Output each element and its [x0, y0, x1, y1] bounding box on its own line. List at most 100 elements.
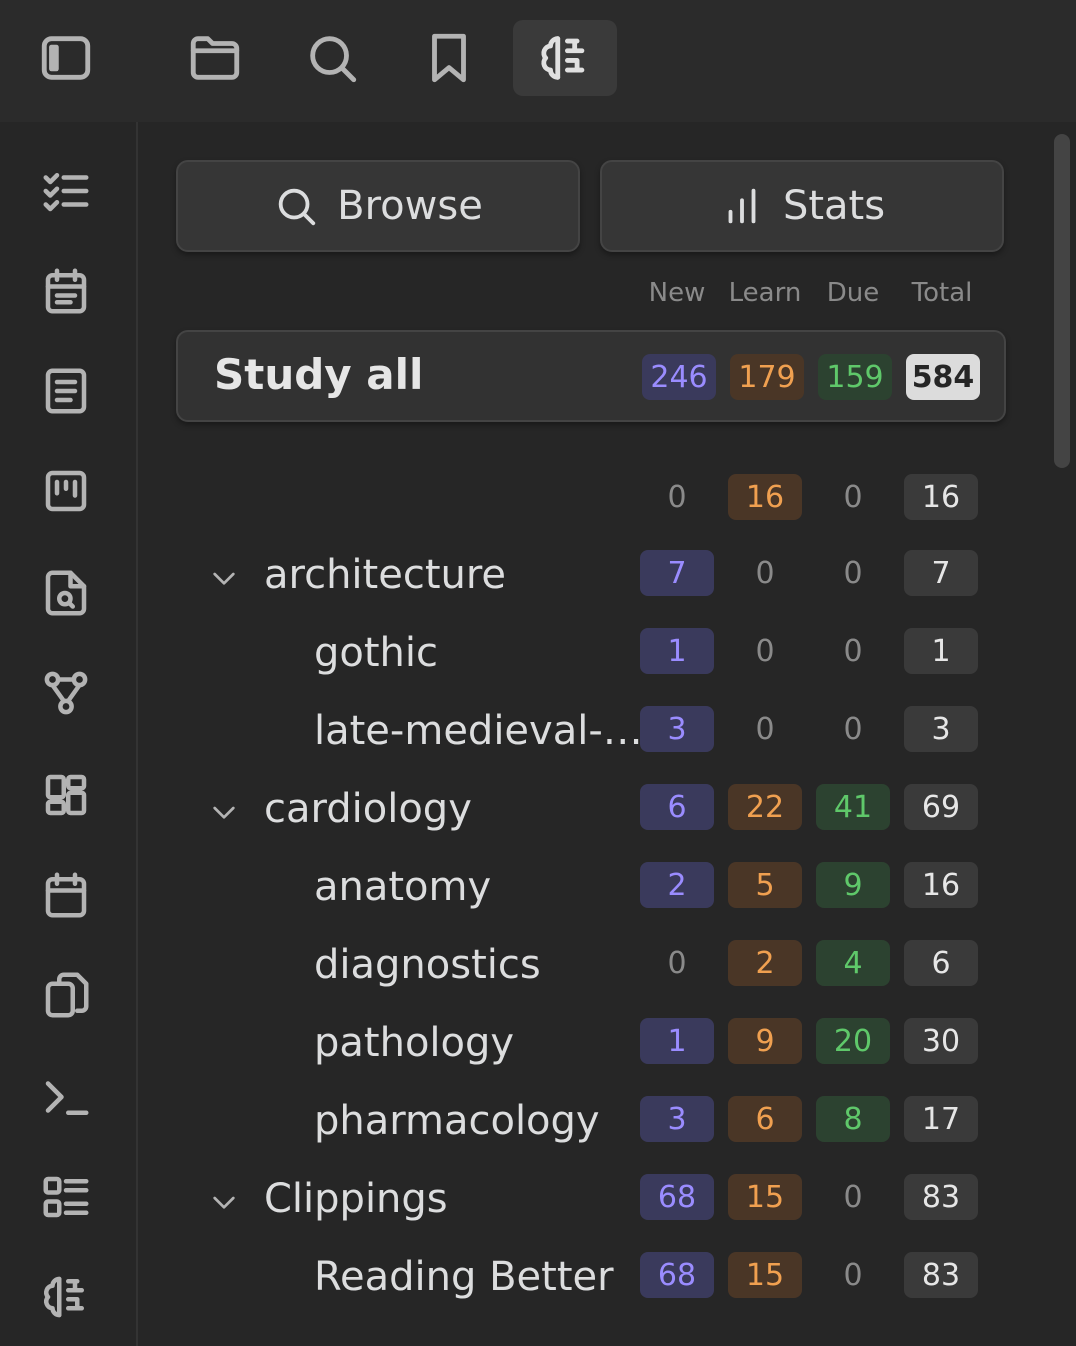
deck-total-count: 16	[904, 862, 978, 908]
terminal-icon[interactable]	[33, 1064, 99, 1130]
browse-button[interactable]: Browse	[176, 160, 580, 252]
graph-icon[interactable]	[33, 660, 99, 726]
deck-new-count: 7	[640, 550, 714, 596]
deck-due-count: 0	[843, 1257, 863, 1293]
deck-learn-count: 9	[728, 1018, 802, 1064]
study-all-learn-count: 179	[730, 354, 804, 400]
deck-name: Clippings	[264, 1176, 448, 1222]
deck-row[interactable]: 0 16 0 16	[138, 474, 1076, 544]
deck-learn-count: 5	[728, 862, 802, 908]
note-icon[interactable]	[33, 358, 99, 424]
deck-name: late-medieval-…	[314, 708, 643, 754]
deck-learn-count: 0	[755, 555, 775, 591]
deck-learn-count: 0	[755, 711, 775, 747]
study-all-button[interactable]: Study all 246 179 159 584	[176, 330, 1006, 422]
brain-icon[interactable]	[513, 20, 617, 96]
brain-icon[interactable]	[33, 1264, 99, 1330]
study-all-due-count: 159	[818, 354, 892, 400]
kanban-icon[interactable]	[33, 458, 99, 524]
column-header-learn: Learn	[728, 278, 802, 308]
copy-icon[interactable]	[33, 962, 99, 1028]
stats-button[interactable]: Stats	[600, 160, 1004, 252]
bar-chart-icon	[728, 188, 756, 224]
deck-due-count: 4	[816, 940, 890, 986]
deck-due-count: 0	[843, 479, 863, 515]
deck-new-count: 0	[667, 479, 687, 515]
deck-total-count: 6	[904, 940, 978, 986]
list-layout-icon[interactable]	[33, 1164, 99, 1230]
deck-new-count: 68	[640, 1174, 714, 1220]
deck-row[interactable]: Clippings 68 15 0 83	[138, 1174, 1076, 1244]
deck-name: cardiology	[264, 786, 472, 832]
deck-new-count: 1	[640, 1018, 714, 1064]
search-icon[interactable]	[280, 20, 384, 96]
deck-learn-count: 6	[728, 1096, 802, 1142]
deck-learn-count: 2	[728, 940, 802, 986]
checklist-icon[interactable]	[33, 158, 99, 224]
column-headers: New Learn Due Total	[138, 278, 1076, 318]
deck-due-count: 41	[816, 784, 890, 830]
browse-label: Browse	[337, 183, 483, 229]
deck-row[interactable]: gothic 1 0 0 1	[138, 628, 1076, 698]
deck-new-count: 3	[640, 706, 714, 752]
deck-due-count: 0	[843, 633, 863, 669]
deck-name: anatomy	[314, 864, 492, 910]
chevron-down-icon[interactable]	[208, 562, 240, 594]
deck-learn-count: 15	[728, 1252, 802, 1298]
top-tab-bar	[0, 0, 1076, 122]
deck-new-count: 1	[640, 628, 714, 674]
study-all-new-count: 246	[642, 354, 716, 400]
deck-new-count: 68	[640, 1252, 714, 1298]
column-header-total: Total	[911, 278, 973, 308]
deck-name: diagnostics	[314, 942, 541, 988]
deck-new-count: 3	[640, 1096, 714, 1142]
deck-row[interactable]: cardiology 6 22 41 69	[138, 784, 1076, 854]
deck-row[interactable]: pharmacology 3 6 8 17	[138, 1096, 1076, 1166]
deck-learn-count: 22	[728, 784, 802, 830]
study-all-total-count: 584	[906, 354, 980, 400]
decks-panel: Browse Stats New Learn Due Total Study a…	[138, 122, 1076, 1346]
bookmark-icon[interactable]	[397, 20, 501, 96]
deck-row[interactable]: late-medieval-… 3 0 0 3	[138, 706, 1076, 776]
chevron-down-icon[interactable]	[208, 1186, 240, 1218]
folder-icon[interactable]	[163, 20, 267, 96]
deck-total-count: 1	[904, 628, 978, 674]
dashboard-icon[interactable]	[33, 762, 99, 828]
deck-learn-count: 16	[728, 474, 802, 520]
deck-due-count: 20	[816, 1018, 890, 1064]
sidebar-toggle-icon[interactable]	[14, 20, 118, 96]
deck-due-count: 8	[816, 1096, 890, 1142]
left-ribbon	[0, 122, 138, 1346]
deck-total-count: 83	[904, 1174, 978, 1220]
deck-name: Reading Better	[314, 1254, 614, 1300]
calendar-icon[interactable]	[33, 862, 99, 928]
deck-row[interactable]: Reading Better 68 15 0 83	[138, 1252, 1076, 1322]
deck-row[interactable]: architecture 7 0 0 7	[138, 550, 1076, 620]
deck-due-count: 0	[843, 711, 863, 747]
deck-name: pathology	[314, 1020, 515, 1066]
deck-row[interactable]: diagnostics 0 2 4 6	[138, 940, 1076, 1010]
deck-row[interactable]: anatomy 2 5 9 16	[138, 862, 1076, 932]
deck-new-count: 6	[640, 784, 714, 830]
deck-name: gothic	[314, 630, 439, 676]
calendar-list-icon[interactable]	[33, 258, 99, 324]
deck-total-count: 69	[904, 784, 978, 830]
deck-new-count: 2	[640, 862, 714, 908]
deck-due-count: 9	[816, 862, 890, 908]
column-header-due: Due	[826, 278, 880, 308]
file-search-icon[interactable]	[33, 560, 99, 626]
stats-label: Stats	[782, 183, 886, 229]
chevron-down-icon[interactable]	[208, 796, 240, 828]
deck-total-count: 83	[904, 1252, 978, 1298]
deck-learn-count: 0	[755, 633, 775, 669]
deck-name: pharmacology	[314, 1098, 600, 1144]
search-icon	[278, 188, 316, 226]
deck-row[interactable]: pathology 1 9 20 30	[138, 1018, 1076, 1088]
column-header-new: New	[648, 278, 706, 308]
deck-total-count: 3	[904, 706, 978, 752]
deck-learn-count: 15	[728, 1174, 802, 1220]
deck-total-count: 17	[904, 1096, 978, 1142]
deck-total-count: 7	[904, 550, 978, 596]
deck-name: architecture	[264, 552, 507, 598]
deck-due-count: 0	[843, 1179, 863, 1215]
